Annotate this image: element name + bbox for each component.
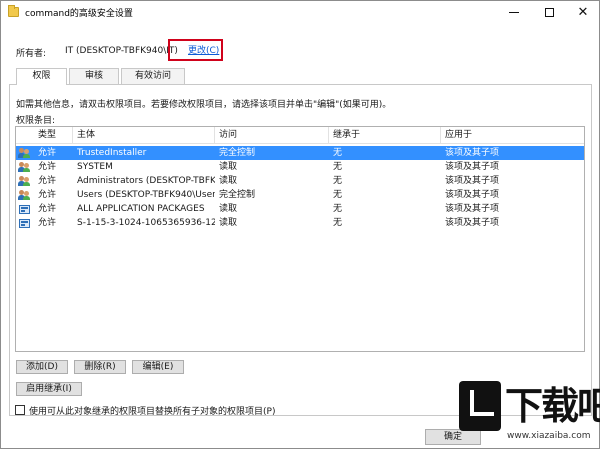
owner-value: IT (DESKTOP-TBFK940\IT) [65,46,178,56]
row-principal: ALL APPLICATION PACKAGES [77,204,205,214]
row-access: 完全控制 [219,190,256,200]
row-access: 读取 [219,176,238,186]
change-link-highlight: 更改(C) [168,39,223,61]
row-inherited-from: 无 [333,162,343,172]
replace-child-permissions-label: 使用可从此对象继承的权限项目替换所有子对象的权限项目(P) [29,407,276,417]
row-applies-to: 该项及其子项 [445,190,500,200]
tab-permissions[interactable]: 权限 [16,68,67,85]
enable-inheritance-button[interactable]: 启用继承(I) [16,382,82,396]
row-access: 完全控制 [219,148,256,158]
row-type: 允许 [38,162,57,172]
watermark-url: www.xiazaiba.com [507,431,591,441]
users-icon [18,190,30,200]
column-applies-to[interactable]: 应用于 [441,127,584,144]
row-inherited-from: 无 [333,218,343,228]
permission-entries-label: 权限条目: [16,116,56,126]
tab-effective-access[interactable]: 有效访问 [121,68,185,84]
row-inherited-from: 无 [333,176,343,186]
replace-child-permissions-checkbox[interactable] [15,405,25,415]
row-applies-to: 该项及其子项 [445,176,500,186]
minimize-icon [509,11,519,13]
list-header: 类型 主体 访问 继承于 应用于 [16,127,584,144]
row-principal: Administrators (DESKTOP-TBFK9... [77,176,215,186]
users-icon [18,162,30,172]
row-type: 允许 [38,218,57,228]
minimize-button[interactable] [497,1,531,23]
row-access: 读取 [219,162,238,172]
users-icon [18,148,30,158]
advanced-security-settings-window: command的高级安全设置 ✕ 所有者: IT (DESKTOP-TBFK94… [0,0,600,449]
row-applies-to: 该项及其子项 [445,148,500,158]
column-access[interactable]: 访问 [215,127,329,144]
package-icon [19,204,30,214]
row-type: 允许 [38,148,57,158]
edit-button[interactable]: 编辑(E) [132,360,184,374]
package-icon [19,218,30,228]
row-principal: Users (DESKTOP-TBFK940\Users) [77,190,215,200]
row-access: 读取 [219,204,238,214]
row-inherited-from: 无 [333,148,343,158]
row-inherited-from: 无 [333,204,343,214]
row-principal: S-1-15-3-1024-1065365936-128... [77,218,215,228]
folder-icon [8,5,19,17]
remove-button[interactable]: 删除(R) [74,360,126,374]
table-row[interactable]: 允许 S-1-15-3-1024-1065365936-128... 读取 无 该项及其… [16,216,584,230]
table-row[interactable]: 允许 TrustedInstaller 完全控制 无 该项及其子项 [16,146,584,160]
row-applies-to: 该项及其子项 [445,204,500,214]
column-type[interactable]: 类型 [16,127,73,144]
add-button[interactable]: 添加(D) [16,360,68,374]
close-button[interactable]: ✕ [566,1,600,23]
row-inherited-from: 无 [333,190,343,200]
row-applies-to: 该项及其子项 [445,162,500,172]
window-title: command的高级安全设置 [25,9,133,19]
row-principal: TrustedInstaller [77,148,147,158]
table-row[interactable]: 允许 Users (DESKTOP-TBFK940\Users) 完全控制 无 该项及其… [16,188,584,202]
owner-label: 所有者: [16,49,47,59]
tab-auditing[interactable]: 审核 [69,68,119,84]
maximize-icon [544,7,554,17]
watermark-text: 下载吧 [505,384,600,428]
row-applies-to: 该项及其子项 [445,218,500,228]
close-icon: ✕ [577,4,589,20]
table-row[interactable]: 允许 SYSTEM 读取 无 该项及其子项 [16,160,584,174]
title-bar[interactable]: command的高级安全设置 ✕ [1,1,599,25]
row-access: 读取 [219,218,238,228]
permission-entries-list[interactable]: 类型 主体 访问 继承于 应用于 允许 TrustedInstaller 完全控制无… [15,126,585,352]
column-principal[interactable]: 主体 [73,127,215,144]
watermark-mark-icon [459,381,501,431]
row-type: 允许 [38,204,57,214]
maximize-button[interactable] [532,1,566,23]
row-principal: SYSTEM [77,162,113,172]
table-row[interactable]: 允许 ALL APPLICATION PACKAGES 读取 无 该项及其子项 [16,202,584,216]
users-icon [18,176,30,186]
row-type: 允许 [38,176,57,186]
row-type: 允许 [38,190,57,200]
info-text: 如需其他信息，请双击权限项目。若要修改权限项目，请选择该项目并单击"编辑"(如果… [16,100,392,110]
watermark-logo: 下载吧 www.xiazaiba.com [459,381,600,448]
column-inherited-from[interactable]: 继承于 [329,127,441,144]
change-owner-link[interactable]: 更改(C) [188,43,219,56]
table-row[interactable]: 允许 Administrators (DESKTOP-TBFK9... 读取 无 该项及… [16,174,584,188]
